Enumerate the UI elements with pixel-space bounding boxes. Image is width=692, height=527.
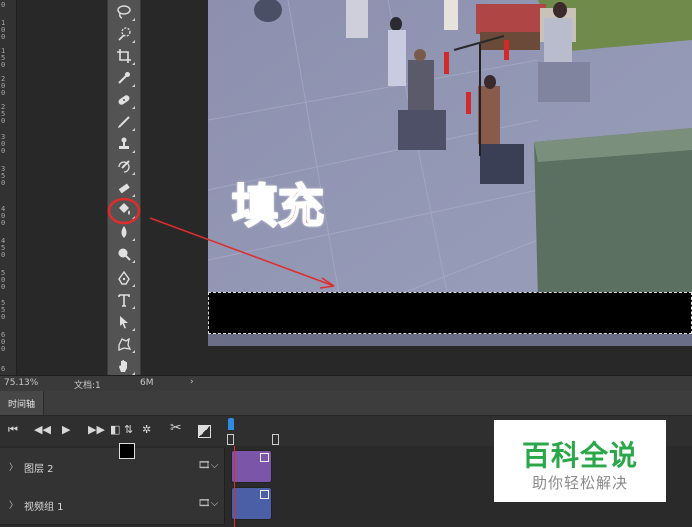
next-frame-icon[interactable]: ▶▶ xyxy=(88,424,105,436)
ruler-label: 3 5 0 xyxy=(1,165,6,187)
quick-select-icon[interactable] xyxy=(112,24,136,44)
settings-gear-icon[interactable]: ✲ xyxy=(142,424,151,436)
split-scissors-icon[interactable]: ✂ xyxy=(170,421,182,435)
blur-icon[interactable] xyxy=(112,222,136,242)
ruler-label: 6 xyxy=(1,365,6,373)
annotation-label: 填充 xyxy=(231,178,325,234)
watermark-title: 百科全说 xyxy=(521,439,638,472)
play-icon[interactable]: ▶ xyxy=(62,424,70,436)
hand-icon[interactable] xyxy=(112,356,136,376)
track-label: 视频组 1 xyxy=(24,502,64,513)
timeline-panel-header xyxy=(0,391,692,416)
eraser-icon[interactable] xyxy=(112,178,136,198)
ruler-label: 3 0 0 xyxy=(1,133,6,155)
audio-icon[interactable]: ◧ xyxy=(110,424,120,436)
track-label: 图层 2 xyxy=(24,464,54,475)
custom-shape-icon[interactable] xyxy=(112,334,136,354)
history-brush-icon[interactable] xyxy=(112,156,136,176)
healing-brush-icon[interactable] xyxy=(112,90,136,110)
work-area-start[interactable] xyxy=(227,434,234,445)
pen-icon[interactable] xyxy=(112,268,136,288)
ruler-label: 2 5 0 xyxy=(1,103,6,125)
watermark-subtitle: 助你轻松解决 xyxy=(531,474,628,492)
dodge-icon[interactable] xyxy=(112,244,136,264)
document-size: 6M xyxy=(140,378,154,388)
transition-effect-icon[interactable] xyxy=(198,425,211,438)
expand-chevron-icon[interactable]: 〉 xyxy=(9,460,18,473)
selection-marquee[interactable] xyxy=(208,292,692,334)
ruler-label: 5 5 0 xyxy=(1,299,6,321)
status-bar: 75.13% 文档:1 6M › xyxy=(0,375,692,391)
foreground-color-swatch[interactable] xyxy=(119,443,135,459)
status-expand-icon[interactable]: › xyxy=(190,377,194,387)
playhead-line xyxy=(234,446,235,527)
work-area-end[interactable] xyxy=(272,434,279,445)
zoom-level[interactable]: 75.13% xyxy=(4,378,38,388)
ruler-label: 1 0 0 xyxy=(1,19,6,41)
track-row[interactable]: 〉 图层 2 🎞⌵ xyxy=(0,448,225,487)
film-strip-icon[interactable]: 🎞⌵ xyxy=(198,460,218,471)
expand-chevron-icon[interactable]: 〉 xyxy=(9,498,18,511)
previous-frame-icon[interactable]: ◀◀ xyxy=(34,424,51,436)
ruler-label: 5 0 0 xyxy=(1,269,6,291)
first-frame-icon[interactable]: ⏮ xyxy=(8,424,18,436)
lasso-icon[interactable] xyxy=(112,2,136,22)
ruler-label: 2 0 0 xyxy=(1,75,6,97)
watermark-logo: 百科全说 助你轻松解决 xyxy=(494,420,666,502)
film-strip-icon[interactable]: 🎞⌵ xyxy=(198,498,218,509)
type-icon[interactable] xyxy=(112,290,136,310)
document-info-label: 文档:1 xyxy=(74,381,101,391)
ruler-label: 0 xyxy=(1,1,6,9)
playhead-handle[interactable] xyxy=(228,418,234,430)
ruler-label: 1 5 0 xyxy=(1,47,6,69)
layer-clip[interactable] xyxy=(231,450,272,483)
video-group-clip[interactable] xyxy=(231,487,272,520)
crop-icon[interactable] xyxy=(112,46,136,66)
vertical-ruler: 0 1 0 0 1 5 0 2 0 0 2 5 0 3 0 0 3 5 0 4 … xyxy=(0,0,17,375)
eyedropper-icon[interactable] xyxy=(112,68,136,88)
tab-timeline[interactable]: 时间轴 xyxy=(0,391,45,415)
brush-icon[interactable] xyxy=(112,112,136,132)
ruler-label: 6 0 0 xyxy=(1,331,6,353)
transition-icon[interactable]: ⇅ xyxy=(124,424,133,436)
path-select-icon[interactable] xyxy=(112,312,136,332)
ruler-label: 4 5 0 xyxy=(1,237,6,259)
paint-bucket-icon[interactable] xyxy=(112,200,136,220)
ruler-label: 4 0 0 xyxy=(1,205,6,227)
clone-stamp-icon[interactable] xyxy=(112,134,136,154)
track-row[interactable]: 〉 视频组 1 🎞⌵ xyxy=(0,486,225,525)
